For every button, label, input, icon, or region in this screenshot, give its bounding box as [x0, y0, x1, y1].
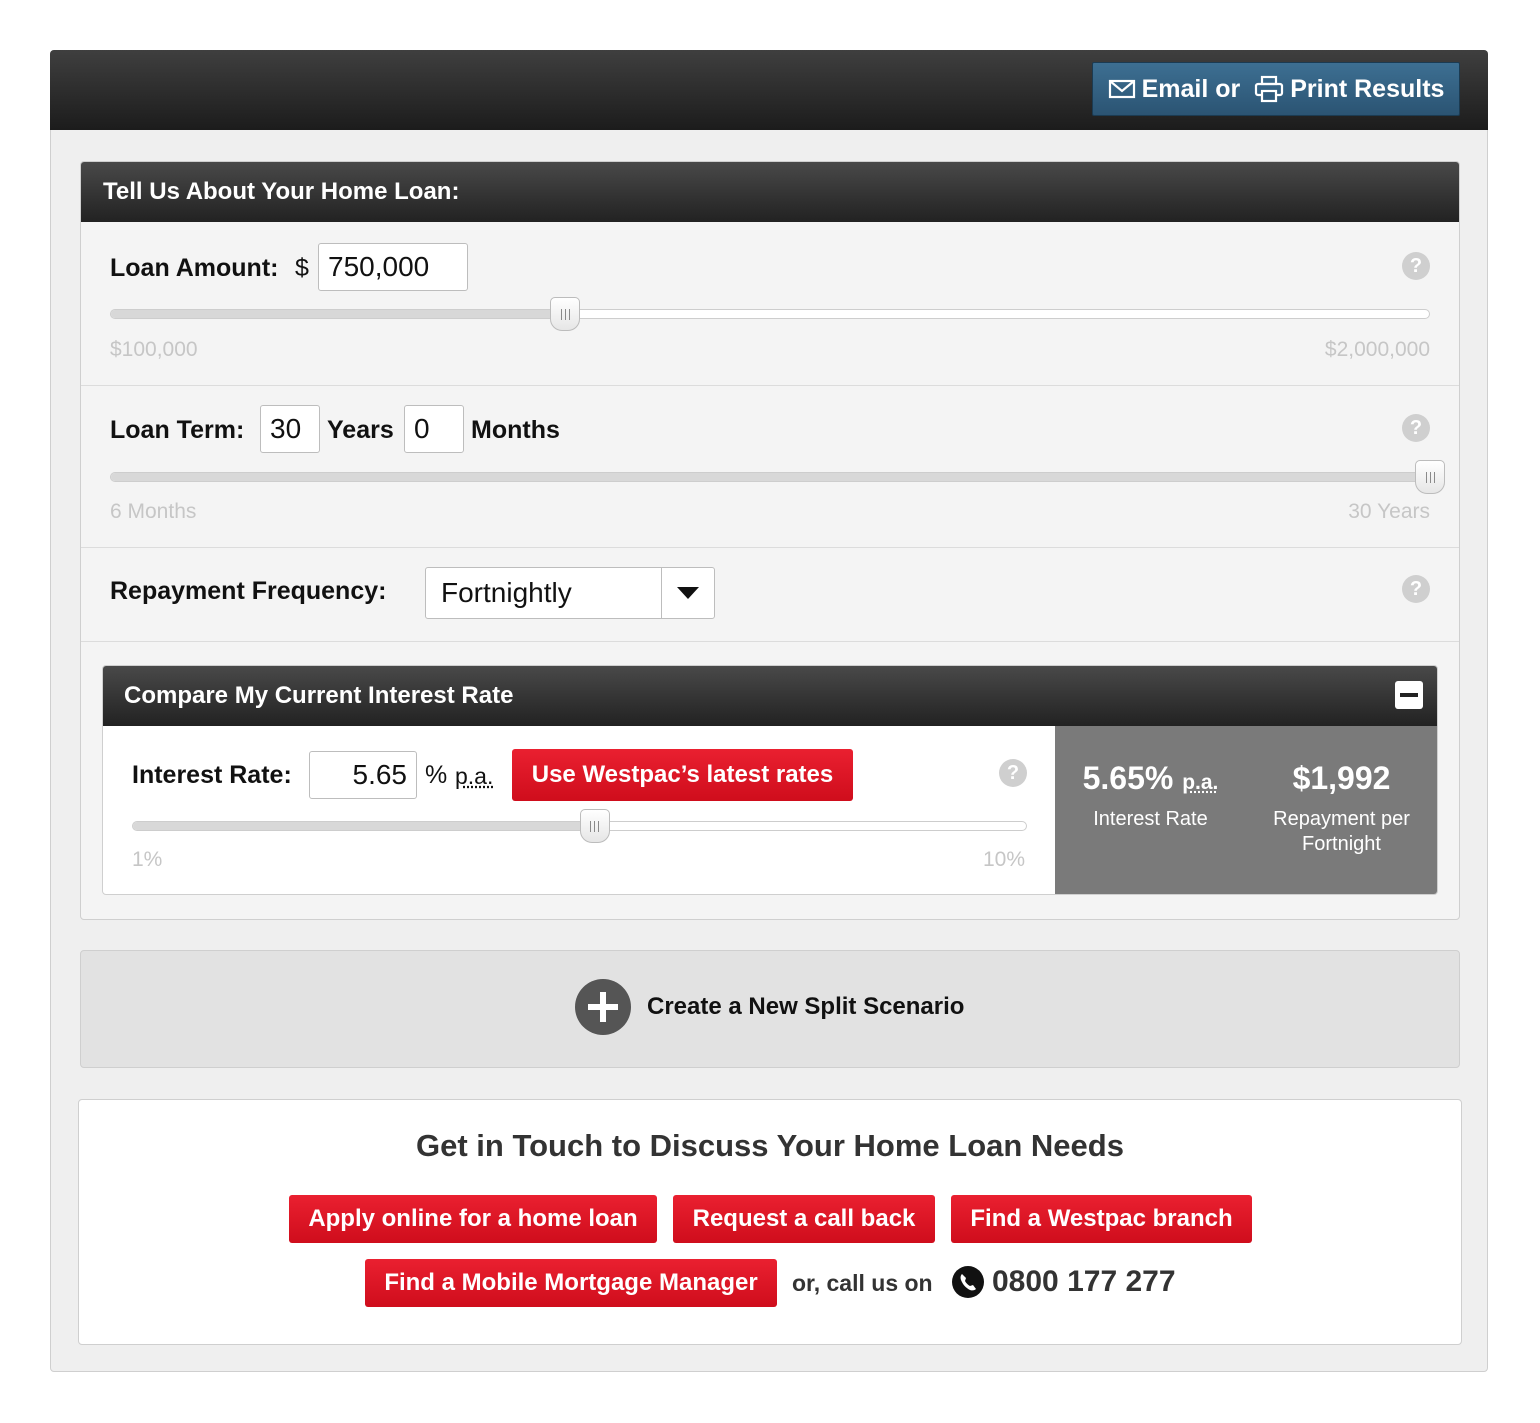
pa-label: p.a.	[455, 763, 494, 789]
result-repayment-caption-line2: Fortnight	[1302, 833, 1381, 855]
loan-amount-slider-track[interactable]	[110, 309, 1430, 319]
find-mobile-mortgage-manager-button[interactable]: Find a Mobile Mortgage Manager	[365, 1259, 777, 1307]
loan-term-slider-fill	[111, 473, 1429, 481]
loan-amount-slider-handle[interactable]	[550, 297, 581, 331]
help-icon[interactable]: ?	[1402, 252, 1430, 280]
loan-term-row: Loan Term: 30 Years 0 Months ? 6 Months …	[81, 386, 1459, 548]
help-icon[interactable]: ?	[1402, 575, 1430, 603]
result-rate-caption: Interest Rate	[1093, 808, 1208, 830]
find-branch-button[interactable]: Find a Westpac branch	[951, 1195, 1252, 1243]
currency-symbol: $	[295, 254, 309, 282]
email-print-results-button[interactable]: Email or Print Results	[1092, 62, 1460, 116]
phone-icon	[952, 1266, 984, 1298]
contact-title: Get in Touch to Discuss Your Home Loan N…	[416, 1128, 1124, 1163]
years-label: Years	[327, 416, 394, 444]
loan-term-label: Loan Term:	[110, 416, 245, 444]
request-call-back-button[interactable]: Request a call back	[673, 1195, 935, 1243]
repayment-frequency-value: Fortnightly	[441, 577, 572, 608]
result-repayment-value: $1,992	[1292, 760, 1391, 796]
plus-icon	[575, 979, 631, 1035]
chevron-down-icon	[677, 587, 699, 599]
print-label: Print Results	[1290, 74, 1445, 103]
printer-icon	[1255, 75, 1284, 103]
help-icon[interactable]: ?	[999, 759, 1027, 787]
result-rate-value: 5.65%	[1082, 760, 1174, 796]
call-us-text: or, call us on	[792, 1270, 933, 1296]
compare-header: Compare My Current Interest Rate	[103, 666, 1437, 726]
result-rate-pa: p.a.	[1182, 771, 1219, 794]
loan-term-slider-handle[interactable]	[1415, 460, 1445, 494]
repayment-frequency-label: Repayment Frequency:	[110, 577, 387, 605]
result-rate: 5.65% p.a. Interest Rate	[1055, 726, 1246, 832]
collapse-icon[interactable]	[1395, 681, 1423, 709]
loan-amount-input[interactable]: 750,000	[318, 243, 468, 291]
result-summary: 5.65% p.a. Interest Rate $1,992 Repaymen…	[1055, 726, 1437, 894]
loan-amount-min: $100,000	[110, 338, 198, 361]
top-bar: Email or Print Results	[50, 50, 1488, 130]
calculator-container: Email or Print Results Tell Us About You…	[50, 50, 1488, 1372]
divider	[81, 641, 1459, 642]
compare-interest-rate-section: Compare My Current Interest Rate Interes…	[102, 665, 1438, 895]
loan-term-years-input[interactable]: 30	[260, 405, 320, 453]
months-label: Months	[471, 416, 560, 444]
create-split-scenario-button[interactable]: Create a New Split Scenario	[80, 950, 1460, 1068]
loan-amount-slider-fill	[111, 310, 566, 318]
envelope-icon	[1108, 79, 1135, 99]
interest-rate-input[interactable]: 5.65	[309, 751, 417, 799]
percent-symbol: %	[425, 761, 448, 789]
home-loan-panel: Tell Us About Your Home Loan: Loan Amoun…	[80, 161, 1460, 920]
interest-rate-min: 1%	[132, 848, 163, 871]
dropdown-toggle[interactable]	[661, 568, 714, 618]
use-latest-rates-button[interactable]: Use Westpac’s latest rates	[512, 749, 853, 801]
loan-amount-row: Loan Amount: $ 750,000 ? $100,000 $2,000…	[81, 222, 1459, 386]
loan-term-max: 30 Years	[1348, 500, 1430, 523]
interest-rate-max: 10%	[983, 848, 1026, 871]
loan-amount-label: Loan Amount:	[110, 254, 279, 282]
interest-rate-slider-handle[interactable]	[579, 809, 610, 843]
loan-amount-max: $2,000,000	[1324, 338, 1430, 361]
result-repayment: $1,992 Repayment per Fortnight	[1246, 726, 1437, 857]
interest-rate-label: Interest Rate:	[132, 761, 292, 789]
panel-title: Tell Us About Your Home Loan:	[81, 162, 1459, 222]
contact-section: Get in Touch to Discuss Your Home Loan N…	[78, 1099, 1462, 1345]
help-icon[interactable]: ?	[1402, 414, 1430, 442]
repayment-frequency-select[interactable]: Fortnightly	[425, 567, 715, 619]
loan-term-min: 6 Months	[110, 500, 197, 523]
email-label: Email or	[1141, 74, 1241, 103]
loan-term-months-input[interactable]: 0	[404, 405, 464, 453]
result-repayment-caption-line1: Repayment per	[1273, 808, 1410, 830]
phone-number[interactable]: 0800 177 277	[992, 1265, 1176, 1299]
interest-rate-slider-fill	[133, 822, 595, 830]
split-scenario-label: Create a New Split Scenario	[647, 993, 965, 1020]
compare-title: Compare My Current Interest Rate	[124, 682, 514, 709]
apply-online-button[interactable]: Apply online for a home loan	[289, 1195, 657, 1243]
loan-term-slider-track[interactable]	[110, 472, 1430, 482]
